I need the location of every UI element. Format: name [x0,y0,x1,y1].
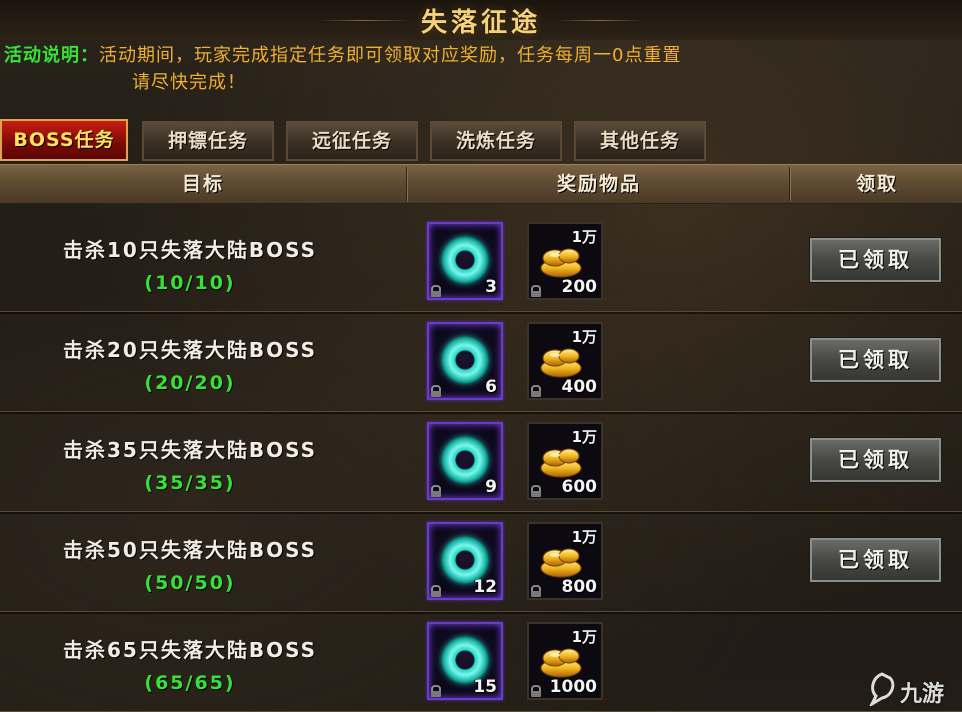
jade-ring-icon [441,236,489,284]
task-name: 击杀65只失落大陆BOSS [63,638,317,662]
reward-unit: 1万 [571,228,597,246]
event-description: 活动说明：活动期间，玩家完成指定任务即可领取对应奖励，任务每周一0点重置 请尽快… [4,42,954,96]
task-name: 击杀50只失落大陆BOSS [63,538,317,562]
jade-ring-icon [441,436,489,484]
task-progress: (10/10) [144,272,236,294]
claimed-button[interactable]: 已领取 [809,537,942,583]
reward-slot-gold[interactable]: 1万 400 [527,322,603,400]
lock-icon [531,585,541,597]
tab-expedition[interactable]: 远征任务 [286,121,418,161]
gold-ingot-icon [540,648,582,678]
reward-quantity: 1000 [549,677,597,697]
reward-quantity: 6 [485,377,497,397]
column-claim: 领取 [855,173,898,195]
tab-boss[interactable]: BOSS任务 [0,119,128,161]
description-label: 活动说明： [4,45,99,66]
description-line2: 请尽快完成！ [132,72,246,93]
gold-ingot-icon [540,448,582,478]
reward-unit: 1万 [571,428,597,446]
task-progress: (65/65) [144,672,236,694]
task-name: 击杀35只失落大陆BOSS [63,438,317,462]
task-row: 击杀65只失落大陆BOSS (65/65) 15 1万 1000 [0,612,962,712]
lock-icon [531,485,541,497]
gold-ingot-icon [540,248,582,278]
lock-icon [431,385,441,397]
tab-other[interactable]: 其他任务 [574,121,706,161]
lock-icon [431,285,441,297]
task-progress: (50/50) [144,572,236,594]
reward-quantity: 600 [561,477,598,497]
task-row: 击杀20只失落大陆BOSS (20/20) 6 1万 400 已领取 [0,312,962,414]
column-rewards: 奖励物品 [556,173,641,195]
table-header: 目标 奖励物品 领取 [0,164,962,204]
reward-slot-gold[interactable]: 1万 600 [527,422,603,500]
task-name: 击杀10只失落大陆BOSS [63,238,317,262]
reward-slot-jade[interactable]: 6 [427,322,503,400]
task-tabs: BOSS任务 押镖任务 远征任务 洗炼任务 其他任务 [0,119,962,161]
watermark-text: 九游 [900,682,945,707]
reward-quantity: 800 [561,577,598,597]
claimed-button[interactable]: 已领取 [809,437,942,483]
task-name: 击杀20只失落大陆BOSS [63,338,317,362]
watermark-logo-icon [869,672,895,706]
reward-quantity: 12 [473,577,497,597]
claimed-button[interactable]: 已领取 [809,237,942,283]
task-progress: (35/35) [144,472,236,494]
lock-icon [531,285,541,297]
lock-icon [431,585,441,597]
reward-quantity: 200 [561,277,598,297]
gold-ingot-icon [540,348,582,378]
lock-icon [431,685,441,697]
claimed-button[interactable]: 已领取 [809,337,942,383]
column-target: 目标 [181,173,224,195]
header-divider [406,167,408,201]
gold-ingot-icon [540,548,582,578]
reward-slot-gold[interactable]: 1万 800 [527,522,603,600]
jade-ring-icon [441,336,489,384]
page-title: 失落征途 [420,8,541,38]
lock-icon [431,485,441,497]
reward-unit: 1万 [571,528,597,546]
task-row: 击杀50只失落大陆BOSS (50/50) 12 1万 800 已领取 [0,512,962,614]
reward-slot-jade[interactable]: 12 [427,522,503,600]
reward-slot-jade[interactable]: 9 [427,422,503,500]
reward-slot-jade[interactable]: 3 [427,222,503,300]
reward-quantity: 3 [485,277,497,297]
description-line1: 活动期间，玩家完成指定任务即可领取对应奖励，任务每周一0点重置 [99,45,682,66]
tab-refine[interactable]: 洗炼任务 [430,121,562,161]
task-row: 击杀10只失落大陆BOSS (10/10) 3 1万 200 已领取 [0,212,962,314]
watermark: 九游 [866,672,956,708]
task-progress: (20/20) [144,372,236,394]
reward-slot-jade[interactable]: 15 [427,622,503,700]
reward-quantity: 9 [485,477,497,497]
title-ornament-right [555,20,645,21]
header-divider [789,167,791,201]
reward-unit: 1万 [571,328,597,346]
reward-slot-gold[interactable]: 1万 1000 [527,622,603,700]
tab-escort[interactable]: 押镖任务 [142,121,274,161]
lock-icon [531,685,541,697]
lock-icon [531,385,541,397]
reward-quantity: 400 [561,377,598,397]
reward-slot-gold[interactable]: 1万 200 [527,222,603,300]
task-row: 击杀35只失落大陆BOSS (35/35) 9 1万 600 已领取 [0,412,962,514]
reward-quantity: 15 [473,677,497,697]
reward-unit: 1万 [571,628,597,646]
title-bar: 失落征途 [0,0,962,40]
